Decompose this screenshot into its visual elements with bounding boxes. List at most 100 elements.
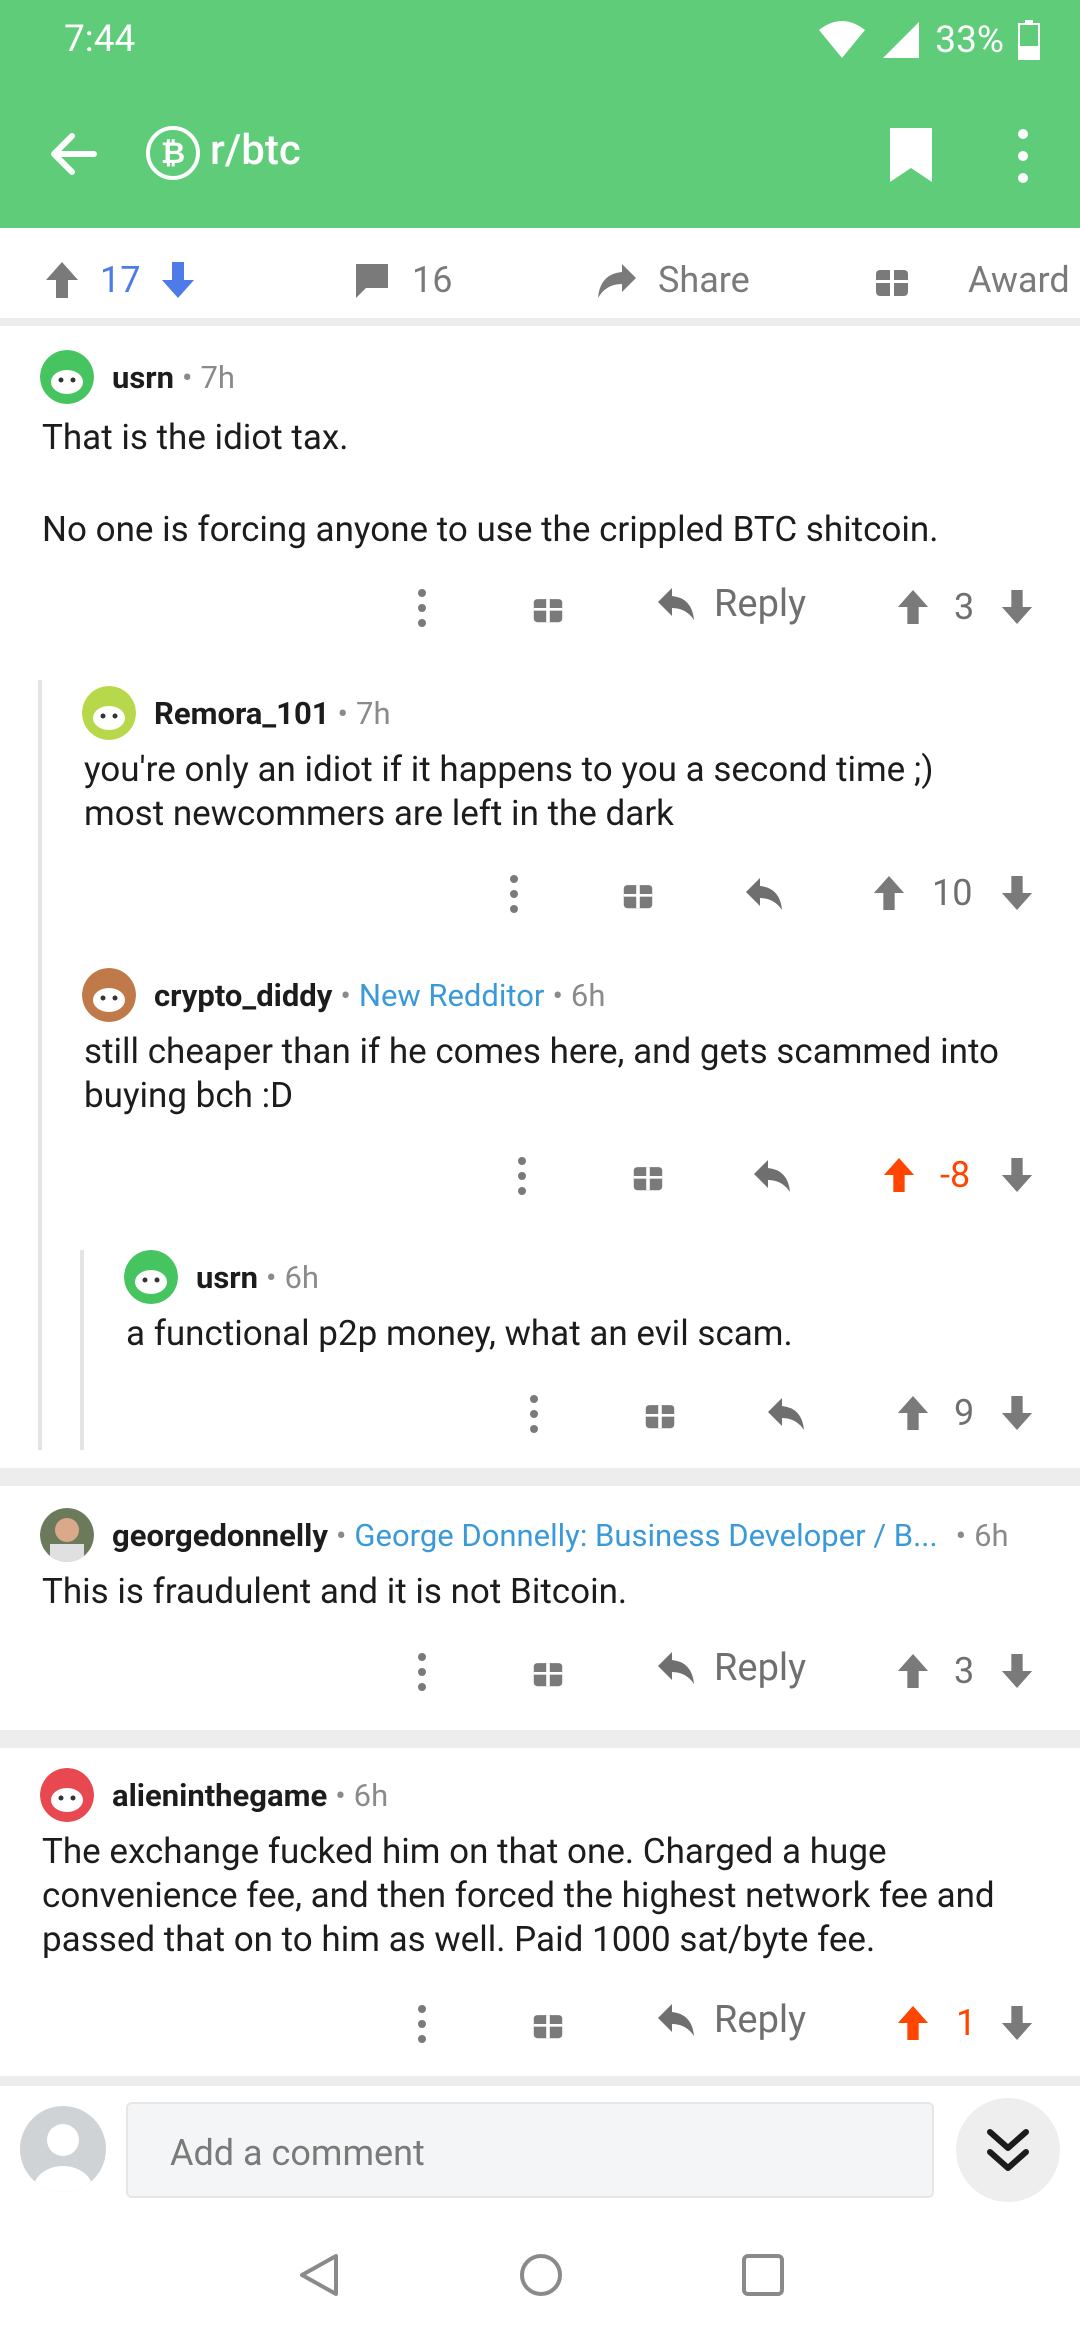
status-time: 7:44 (64, 18, 136, 61)
comment-actions: Reply 1 (0, 1998, 1080, 2064)
subreddit-icon[interactable]: ₿ (146, 126, 200, 180)
comment-score: -8 (940, 1154, 971, 1196)
comment-count: 16 (412, 259, 453, 301)
comment-header: Remora_101 • 7h (82, 686, 391, 740)
avatar[interactable] (40, 1768, 94, 1822)
comment-age: 6h (974, 1516, 1009, 1554)
comment-text-line: convenience fee, and then forced the hig… (42, 1875, 995, 1916)
comment-text-line: passed that on to him as well. Paid 1000… (42, 1919, 876, 1960)
comment-text-line: most newcommers are left in the dark (84, 793, 674, 834)
reply-arrow-icon[interactable] (752, 1158, 792, 1194)
upvote-icon[interactable] (882, 1156, 916, 1194)
comment-score: 3 (954, 586, 975, 628)
reply-arrow-icon[interactable] (766, 1396, 806, 1432)
comment-author[interactable]: georgedonnelly (112, 1517, 328, 1554)
more-options-icon[interactable] (526, 1394, 542, 1434)
back-arrow-icon[interactable] (44, 124, 104, 184)
more-options-icon[interactable] (1008, 126, 1038, 186)
more-options-icon[interactable] (514, 1156, 530, 1196)
cell-signal-icon (883, 22, 920, 58)
avatar[interactable] (124, 1250, 178, 1304)
status-bar: 7:44 33% (0, 0, 1080, 80)
gift-icon[interactable] (532, 1656, 564, 1688)
nav-back-icon[interactable] (296, 2252, 342, 2298)
avatar[interactable] (40, 1508, 94, 1562)
upvote-icon[interactable] (44, 260, 80, 300)
comment-author[interactable]: Remora_101 (154, 695, 330, 732)
more-options-icon[interactable] (414, 1652, 430, 1692)
comments-button[interactable]: 16 (352, 254, 452, 306)
comment-author[interactable]: usrn (196, 1259, 258, 1296)
downvote-icon[interactable] (1000, 588, 1034, 626)
wifi-icon (819, 21, 866, 58)
status-icons: 33% (817, 14, 1040, 66)
comment-actions: Reply 3 (0, 582, 1080, 648)
nav-recents-icon[interactable] (740, 2252, 786, 2298)
comment-score: 3 (954, 1650, 975, 1692)
comment-body: This is fraudulent and it is not Bitcoin… (42, 1570, 627, 1614)
comment-age: 6h (570, 976, 606, 1014)
comment-divider (0, 1730, 1080, 1748)
gift-icon[interactable] (644, 1398, 676, 1430)
gift-icon (876, 270, 908, 296)
comment-header: usrn • 7h (40, 350, 235, 404)
downvote-icon[interactable] (1000, 1652, 1034, 1690)
downvote-icon[interactable] (1000, 1156, 1034, 1194)
comment-body: That is the idiot tax. No one is forcing… (42, 416, 938, 552)
reply-button[interactable]: Reply (656, 1998, 806, 2042)
user-placeholder-icon (33, 2124, 93, 2192)
comment-author[interactable]: alieninthegame (112, 1777, 327, 1814)
upvote-icon[interactable] (896, 588, 930, 626)
share-label: Share (658, 259, 750, 301)
comment-score: 9 (954, 1392, 975, 1434)
comment-author[interactable]: usrn (112, 359, 174, 396)
share-button[interactable]: Share (596, 254, 750, 306)
reply-button[interactable]: Reply (656, 1646, 806, 1690)
gift-icon[interactable] (622, 878, 654, 910)
downvote-icon[interactable] (160, 260, 196, 300)
downvote-icon[interactable] (1000, 1394, 1034, 1432)
post-vote: 17 (44, 254, 196, 306)
more-options-icon[interactable] (506, 874, 522, 914)
upvote-icon[interactable] (896, 1394, 930, 1432)
bookmark-icon[interactable] (888, 126, 934, 184)
award-button[interactable]: Award (874, 254, 1070, 306)
jump-to-bottom-button[interactable] (956, 2098, 1060, 2202)
more-options-icon[interactable] (414, 588, 430, 628)
nav-home-icon[interactable] (518, 2252, 564, 2298)
gift-icon[interactable] (532, 2008, 564, 2040)
battery-percent: 33% (935, 18, 1004, 62)
battery-icon (1018, 20, 1040, 60)
avatar[interactable] (82, 686, 136, 740)
user-flair: George Donnelly: Business Developer / B.… (354, 1516, 938, 1554)
meta-separator: • (335, 1776, 346, 1814)
downvote-icon[interactable] (1000, 2004, 1034, 2042)
reply-label: Reply (714, 1998, 807, 2042)
subreddit-name[interactable]: r/btc (210, 126, 301, 175)
comment-text-line: That is the idiot tax. (42, 417, 349, 458)
avatar[interactable] (20, 2106, 106, 2192)
meta-separator: • (552, 976, 563, 1014)
meta-separator: • (266, 1258, 277, 1296)
comment-author[interactable]: crypto_diddy (154, 977, 332, 1014)
comment-age: 7h (356, 694, 391, 732)
upvote-icon[interactable] (896, 2004, 930, 2042)
gift-icon[interactable] (632, 1160, 664, 1192)
upvote-icon[interactable] (872, 874, 906, 912)
avatar[interactable] (40, 350, 94, 404)
gift-icon[interactable] (532, 592, 564, 624)
upvote-icon[interactable] (896, 1652, 930, 1690)
comment-actions: -8 (0, 1154, 1080, 1216)
thread-line[interactable] (38, 680, 42, 1450)
reply-button[interactable]: Reply (656, 582, 806, 626)
avatar[interactable] (82, 968, 136, 1022)
comment-age: 6h (353, 1776, 389, 1814)
more-options-icon[interactable] (414, 2004, 430, 2044)
meta-separator: • (337, 694, 349, 732)
downvote-icon[interactable] (1000, 874, 1034, 912)
add-comment-input[interactable]: Add a comment (126, 2102, 934, 2198)
reply-arrow-icon[interactable] (744, 876, 784, 912)
app-header: 7:44 33% ₿ r/btc (0, 0, 1080, 228)
reply-arrow-icon (658, 1652, 694, 1684)
user-flair: New Redditor (358, 976, 545, 1014)
